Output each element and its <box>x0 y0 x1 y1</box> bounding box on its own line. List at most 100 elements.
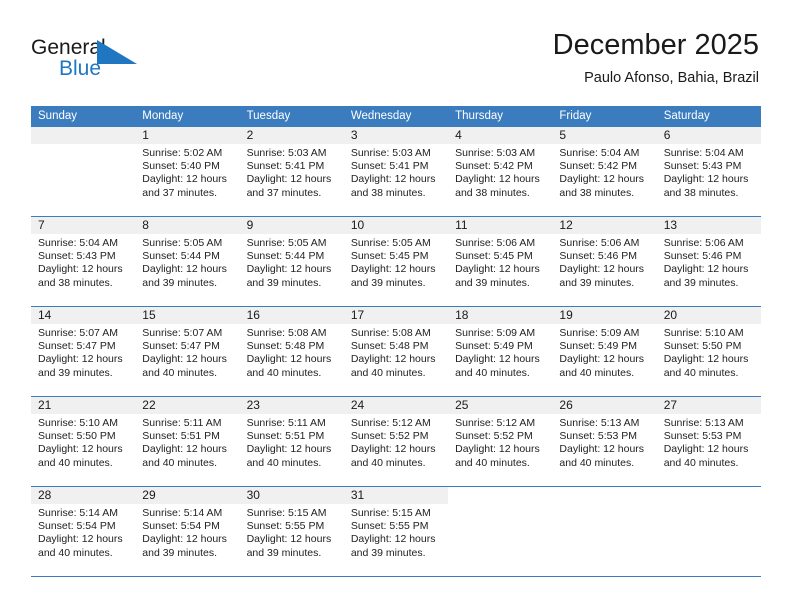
day-cell-content: 22 Sunrise: 5:11 AM Sunset: 5:51 PM Dayligh… <box>135 397 240 486</box>
calendar-day-cell[interactable]: 12 Sunrise: 5:06 AM Sunset: 5:46 PM Dayligh… <box>552 216 657 307</box>
sun-info-line: Sunset: 5:51 PM <box>246 430 325 443</box>
calendar-day-cell[interactable]: 30 Sunrise: 5:15 AM Sunset: 5:55 PM Dayligh… <box>239 486 344 577</box>
day-cell-content: 26 Sunrise: 5:13 AM Sunset: 5:53 PM Dayligh… <box>552 397 657 486</box>
sun-info-line: and 39 minutes. <box>142 276 217 289</box>
sun-info-line: Sunset: 5:48 PM <box>350 340 429 353</box>
calendar-day-cell[interactable]: 15 Sunrise: 5:07 AM Sunset: 5:47 PM Dayligh… <box>135 306 240 397</box>
sun-info-line: Daylight: 12 hours <box>38 533 123 546</box>
calendar-day-cell[interactable]: 27 Sunrise: 5:13 AM Sunset: 5:53 PM Dayligh… <box>656 396 761 487</box>
sun-info-line: and 39 minutes. <box>246 276 322 289</box>
sun-info: Sunrise: 5:03 AM Sunset: 5:42 PM Daylight:… <box>448 144 552 200</box>
day-number <box>656 487 761 504</box>
sun-info-line: Daylight: 12 hours <box>350 263 436 276</box>
sun-info-line: and 40 minutes. <box>350 366 426 379</box>
weekday-sunday: Sunday <box>31 106 136 127</box>
sun-info-line: Sunrise: 5:05 AM <box>350 237 431 249</box>
calendar-day-cell[interactable]: 3 Sunrise: 5:03 AM Sunset: 5:41 PM Daylight… <box>343 127 449 217</box>
sun-info-line: Sunset: 5:55 PM <box>350 520 429 533</box>
calendar-day-cell[interactable]: 10 Sunrise: 5:05 AM Sunset: 5:45 PM Dayligh… <box>343 216 449 307</box>
sun-info-line: Sunrise: 5:13 AM <box>559 417 640 429</box>
logo-text-blue: Blue <box>59 57 102 80</box>
sun-info: Sunrise: 5:12 AM Sunset: 5:52 PM Daylight:… <box>448 414 552 470</box>
calendar-day-cell[interactable]: 29 Sunrise: 5:14 AM Sunset: 5:54 PM Dayligh… <box>135 486 240 577</box>
sun-info-line: Sunset: 5:43 PM <box>663 160 742 173</box>
day-cell-content: 8 Sunrise: 5:05 AM Sunset: 5:44 PM Daylight… <box>135 217 240 306</box>
calendar-day-cell[interactable]: 14 Sunrise: 5:07 AM Sunset: 5:47 PM Dayligh… <box>31 306 136 397</box>
sun-info-line: Sunrise: 5:05 AM <box>142 237 223 249</box>
sun-info: Sunrise: 5:10 AM Sunset: 5:50 PM Daylight:… <box>657 324 761 380</box>
calendar-day-cell[interactable]: 9 Sunrise: 5:05 AM Sunset: 5:44 PM Daylight… <box>239 216 344 307</box>
sun-info-line: Daylight: 12 hours <box>142 533 227 546</box>
sun-info-line: Sunset: 5:44 PM <box>142 250 220 263</box>
calendar-day-cell[interactable]: 22 Sunrise: 5:11 AM Sunset: 5:51 PM Dayligh… <box>135 396 240 487</box>
calendar-day-cell[interactable]: 13 Sunrise: 5:06 AM Sunset: 5:46 PM Dayligh… <box>656 216 761 307</box>
calendar-day-cell[interactable]: 28 Sunrise: 5:14 AM Sunset: 5:54 PM Dayligh… <box>31 486 136 577</box>
calendar-week-row: 7 Sunrise: 5:04 AM Sunset: 5:43 PM Daylight… <box>31 216 761 307</box>
day-number: 23 <box>239 397 344 414</box>
sun-info-line: and 39 minutes. <box>663 276 739 289</box>
sun-info-line: Daylight: 12 hours <box>455 443 540 456</box>
day-number: 9 <box>239 217 344 234</box>
calendar-week-row: 14 Sunrise: 5:07 AM Sunset: 5:47 PM Dayligh… <box>31 306 761 397</box>
sun-info-line: Sunset: 5:53 PM <box>559 430 638 443</box>
sun-info-line: Sunrise: 5:02 AM <box>142 147 223 159</box>
calendar-day-cell[interactable]: 23 Sunrise: 5:11 AM Sunset: 5:51 PM Dayligh… <box>239 396 344 487</box>
day-cell-content: 1 Sunrise: 5:02 AM Sunset: 5:40 PM Daylight… <box>135 127 240 216</box>
calendar-day-cell[interactable]: 17 Sunrise: 5:08 AM Sunset: 5:48 PM Dayligh… <box>343 306 449 397</box>
calendar-day-cell[interactable]: 4 Sunrise: 5:03 AM Sunset: 5:42 PM Daylight… <box>448 127 553 217</box>
sun-info-line: and 39 minutes. <box>142 546 217 559</box>
calendar-page: General Blue December 2025 Paulo Afonso,… <box>0 0 792 612</box>
calendar-day-cell[interactable]: 16 Sunrise: 5:08 AM Sunset: 5:48 PM Dayligh… <box>239 306 344 397</box>
sun-info-line: Sunrise: 5:04 AM <box>38 237 118 249</box>
day-number: 25 <box>448 397 553 414</box>
day-number <box>31 127 136 144</box>
sun-info-line: Daylight: 12 hours <box>38 263 123 276</box>
calendar-day-cell[interactable]: 26 Sunrise: 5:13 AM Sunset: 5:53 PM Dayligh… <box>552 396 657 487</box>
calendar-day-cell[interactable]: 18 Sunrise: 5:09 AM Sunset: 5:49 PM Dayligh… <box>448 306 553 397</box>
calendar-day-cell[interactable]: 31 Sunrise: 5:15 AM Sunset: 5:55 PM Dayligh… <box>343 486 449 577</box>
day-cell-content: 15 Sunrise: 5:07 AM Sunset: 5:47 PM Dayligh… <box>135 307 240 396</box>
sun-info: Sunrise: 5:15 AM Sunset: 5:55 PM Daylight:… <box>240 504 344 560</box>
weekday-friday: Friday <box>552 106 657 127</box>
sun-info-line: Daylight: 12 hours <box>142 443 227 456</box>
calendar-day-cell[interactable]: 8 Sunrise: 5:05 AM Sunset: 5:44 PM Daylight… <box>135 216 240 307</box>
calendar-day-cell[interactable]: 2 Sunrise: 5:03 AM Sunset: 5:41 PM Daylight… <box>239 127 344 217</box>
day-cell-content: 27 Sunrise: 5:13 AM Sunset: 5:53 PM Dayligh… <box>656 397 761 486</box>
sun-info: Sunrise: 5:02 AM Sunset: 5:40 PM Daylight:… <box>135 144 239 200</box>
calendar-day-cell[interactable]: 20 Sunrise: 5:10 AM Sunset: 5:50 PM Dayligh… <box>656 306 761 397</box>
calendar-day-cell[interactable]: 21 Sunrise: 5:10 AM Sunset: 5:50 PM Dayligh… <box>31 396 136 487</box>
calendar-day-cell[interactable]: 24 Sunrise: 5:12 AM Sunset: 5:52 PM Dayligh… <box>343 396 449 487</box>
sun-info-line: and 40 minutes. <box>38 456 113 469</box>
calendar-day-cell[interactable]: 1 Sunrise: 5:02 AM Sunset: 5:40 PM Daylight… <box>135 127 240 217</box>
sun-info-line: Daylight: 12 hours <box>455 263 540 276</box>
calendar-day-cell <box>656 486 761 577</box>
day-number: 12 <box>552 217 657 234</box>
sun-info-line: Daylight: 12 hours <box>142 353 227 366</box>
general-blue-logo[interactable]: General Blue <box>31 36 161 86</box>
day-cell-content: 13 Sunrise: 5:06 AM Sunset: 5:46 PM Dayligh… <box>656 217 761 306</box>
day-number: 28 <box>31 487 136 504</box>
title-block: December 2025 Paulo Afonso, Bahia, Brazi… <box>553 28 759 88</box>
day-cell-content: 11 Sunrise: 5:06 AM Sunset: 5:45 PM Dayligh… <box>448 217 553 306</box>
calendar-day-cell[interactable]: 5 Sunrise: 5:04 AM Sunset: 5:42 PM Daylight… <box>552 127 657 217</box>
calendar-day-cell[interactable]: 6 Sunrise: 5:04 AM Sunset: 5:43 PM Daylight… <box>656 127 761 217</box>
sun-info-line: Daylight: 12 hours <box>663 443 749 456</box>
calendar-header-row: Sunday Monday Tuesday Wednesday Thursday… <box>31 106 761 127</box>
calendar-day-cell[interactable]: 25 Sunrise: 5:12 AM Sunset: 5:52 PM Dayligh… <box>448 396 553 487</box>
sun-info: Sunrise: 5:06 AM Sunset: 5:46 PM Daylight:… <box>657 234 761 290</box>
calendar-body: 1 Sunrise: 5:02 AM Sunset: 5:40 PM Daylight… <box>31 127 761 577</box>
calendar-table: Sunday Monday Tuesday Wednesday Thursday… <box>31 106 761 577</box>
sun-info-line: Sunrise: 5:09 AM <box>559 327 640 339</box>
sun-info-line: and 40 minutes. <box>663 456 739 469</box>
weekday-saturday: Saturday <box>656 106 761 127</box>
day-cell-empty <box>448 487 553 576</box>
calendar-day-cell[interactable]: 19 Sunrise: 5:09 AM Sunset: 5:49 PM Dayligh… <box>552 306 657 397</box>
sun-info-line: and 38 minutes. <box>38 276 113 289</box>
sun-info-line: Daylight: 12 hours <box>246 533 332 546</box>
day-cell-content: 25 Sunrise: 5:12 AM Sunset: 5:52 PM Dayligh… <box>448 397 553 486</box>
sun-info-line: Daylight: 12 hours <box>559 353 645 366</box>
day-cell-content: 12 Sunrise: 5:06 AM Sunset: 5:46 PM Dayligh… <box>552 217 657 306</box>
day-number <box>552 487 657 504</box>
calendar-day-cell[interactable]: 11 Sunrise: 5:06 AM Sunset: 5:45 PM Dayligh… <box>448 216 553 307</box>
calendar-day-cell[interactable]: 7 Sunrise: 5:04 AM Sunset: 5:43 PM Daylight… <box>31 216 136 307</box>
